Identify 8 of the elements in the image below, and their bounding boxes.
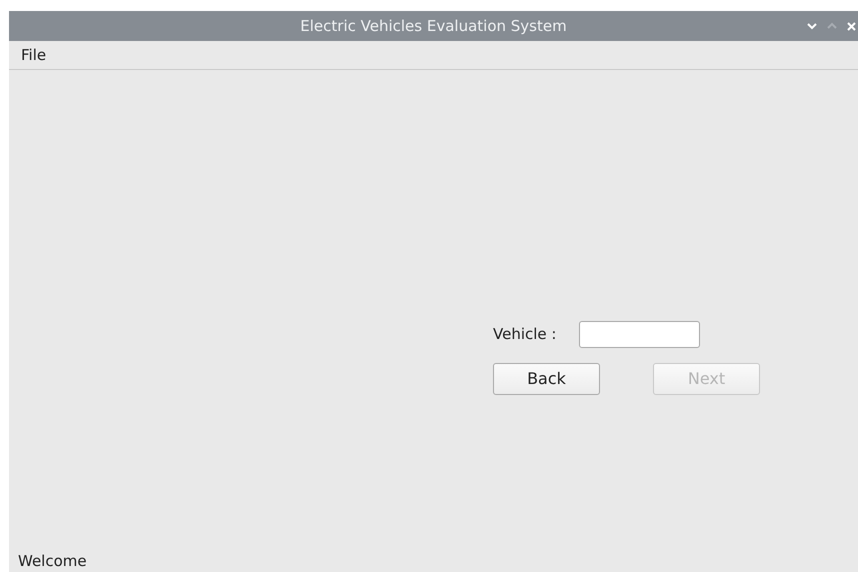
- back-button[interactable]: Back: [493, 363, 600, 395]
- status-text: Welcome: [18, 550, 87, 572]
- minimize-icon[interactable]: [807, 22, 817, 30]
- vehicle-label: Vehicle :: [493, 324, 558, 345]
- window-title: Electric Vehicles Evaluation System: [300, 16, 567, 37]
- close-icon[interactable]: [847, 22, 856, 30]
- vehicle-input[interactable]: [579, 320, 700, 348]
- menu-item[interactable]: File: [19, 44, 48, 66]
